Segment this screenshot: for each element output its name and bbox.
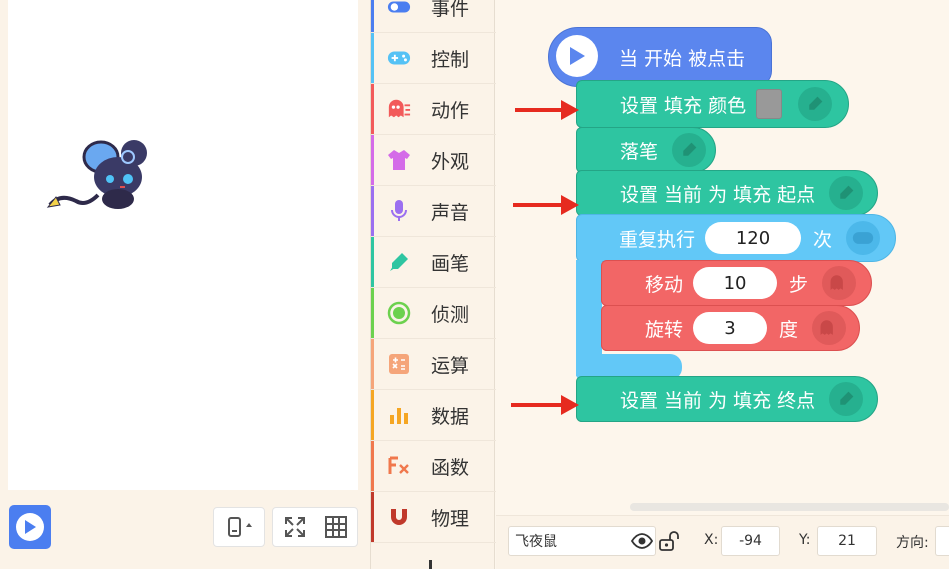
block-text: 设置 当前 为 填充 起点 (620, 183, 816, 206)
pen-icon (840, 391, 854, 405)
category-sound[interactable]: 声音 (371, 186, 496, 237)
horizontal-scrollbar[interactable] (630, 503, 949, 511)
hat-play-circle (556, 35, 598, 77)
play-icon (570, 47, 585, 65)
device-toggle-button[interactable] (213, 507, 265, 547)
ghost-icon (820, 320, 833, 335)
pen-category-badge (798, 87, 833, 121)
category-motion[interactable]: 动作 (371, 84, 496, 135)
motion-category-badge (812, 311, 847, 345)
mouse-sprite[interactable] (46, 135, 156, 215)
category-pen[interactable]: 画笔 (371, 237, 496, 288)
block-text: 度 (779, 318, 799, 341)
annotation-arrow (513, 195, 579, 215)
grid-icon[interactable] (325, 516, 347, 538)
view-tools (272, 507, 358, 547)
ghost-icon (830, 275, 843, 290)
category-label: 函数 (431, 456, 470, 479)
x-label: X: (704, 532, 719, 548)
next-category-peek (429, 560, 432, 569)
category-operators[interactable]: 运算 (371, 339, 496, 390)
move-steps-block[interactable]: 移动 10 步 (601, 260, 872, 306)
pen-category-badge (829, 176, 864, 210)
gamepad-icon (387, 46, 411, 70)
gamepad-icon (852, 232, 874, 244)
block-text: 重复执行 (619, 228, 696, 251)
block-text: 落笔 (620, 140, 659, 163)
y-label: Y: (799, 532, 811, 548)
block-text: 次 (813, 228, 833, 251)
annotation-arrow (511, 395, 579, 415)
category-label: 侦测 (431, 303, 470, 326)
microphone-icon (387, 199, 411, 223)
pen-category-badge (829, 382, 864, 416)
turn-degrees-input[interactable]: 3 (693, 312, 768, 344)
pen-category-badge (672, 133, 707, 167)
pen-icon (387, 250, 411, 274)
block-text: 设置 填充 颜色 (620, 94, 747, 117)
run-button[interactable] (9, 505, 51, 549)
pen-icon (809, 96, 823, 110)
block-text: 旋转 (645, 318, 684, 341)
target-icon (387, 301, 411, 325)
category-label: 数据 (431, 405, 470, 428)
category-control[interactable]: 控制 (371, 33, 496, 84)
repeat-block-content: 重复执行 120 次 (576, 214, 881, 262)
category-label: 声音 (431, 201, 470, 224)
unlock-icon[interactable] (658, 530, 680, 552)
sprite-name: 飞夜鼠 (515, 534, 557, 550)
toggle-icon (387, 0, 411, 19)
shirt-icon (387, 148, 411, 172)
annotation-arrow (515, 100, 579, 120)
y-input[interactable]: 21 (817, 526, 877, 556)
eye-icon[interactable] (631, 533, 653, 549)
category-functions[interactable]: 函数 (371, 441, 496, 492)
category-label: 运算 (431, 354, 470, 377)
direction-input[interactable] (935, 526, 949, 556)
magnet-icon (387, 505, 411, 529)
block-text: 设置 当前 为 填充 终点 (620, 389, 816, 412)
function-icon (387, 454, 411, 478)
stage-canvas[interactable] (8, 0, 358, 490)
category-events[interactable]: 事件 (371, 0, 496, 33)
category-label: 物理 (431, 507, 470, 530)
category-data[interactable]: 数据 (371, 390, 496, 441)
category-label: 事件 (431, 0, 470, 20)
pen-icon (683, 142, 697, 156)
fullscreen-icon[interactable] (283, 515, 307, 539)
block-text: 步 (789, 273, 809, 296)
category-physics[interactable]: 物理 (371, 492, 496, 543)
set-fill-end-block[interactable]: 设置 当前 为 填充 终点 (576, 376, 878, 422)
color-swatch[interactable] (756, 89, 783, 119)
x-input[interactable]: -94 (721, 526, 780, 556)
category-sensing[interactable]: 侦测 (371, 288, 496, 339)
category-sidebar: 事件 控制 动作 外观 声音 画笔 侦测 运算 数据 函数 物理 (370, 0, 496, 569)
set-fill-start-block[interactable]: 设置 当前 为 填充 起点 (576, 170, 878, 216)
category-label: 外观 (431, 150, 470, 173)
stage-panel (0, 0, 370, 569)
pen-icon (840, 185, 854, 199)
block-text: 移动 (645, 273, 684, 296)
direction-label: 方向: (896, 535, 929, 551)
turn-degrees-block[interactable]: 旋转 3 度 (601, 305, 860, 351)
motion-category-badge (822, 266, 857, 300)
block-text: 当 开始 被点击 (619, 47, 746, 70)
category-label: 画笔 (431, 252, 470, 275)
control-category-badge (846, 221, 881, 255)
category-looks[interactable]: 外观 (371, 135, 496, 186)
repeat-count-input[interactable]: 120 (705, 222, 802, 254)
move-steps-input[interactable]: 10 (693, 267, 778, 299)
bar-chart-icon (387, 403, 411, 427)
calculator-icon (387, 352, 411, 376)
category-label: 动作 (431, 99, 470, 122)
category-label: 控制 (431, 48, 470, 71)
phone-rotate-icon (228, 517, 252, 537)
set-fill-color-block[interactable]: 设置 填充 颜色 (576, 80, 849, 128)
pen-down-block[interactable]: 落笔 (576, 127, 716, 173)
sprite-info-bar: 飞夜鼠 X: -94 Y: 21 方向: (496, 515, 949, 569)
ghost-icon (387, 97, 411, 121)
play-icon (16, 513, 44, 541)
